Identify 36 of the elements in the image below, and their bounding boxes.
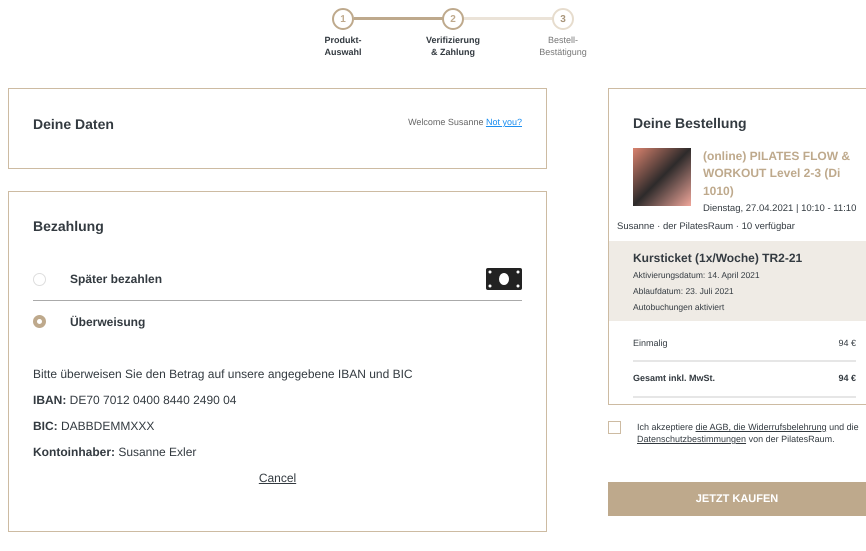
step-number: 2 bbox=[442, 8, 464, 30]
bank-detail: Kontoinhaber: Susanne Exler bbox=[33, 444, 198, 461]
total-label: Gesamt inkl. MwSt. bbox=[633, 372, 716, 386]
ticket-detail: Aktivierungsdatum: 14. April 2021 bbox=[633, 268, 761, 282]
step-label: Produkt- Auswahl bbox=[324, 34, 362, 58]
terms-link[interactable]: Datenschutzbestimmungen bbox=[637, 434, 746, 444]
total-amount: 94 € bbox=[838, 336, 856, 350]
instructions-text: Bitte überweisen Sie den Betrag auf unsere angegebene IBAN und BIC bbox=[33, 366, 414, 383]
panel-title: Deine Bestellung bbox=[632, 114, 748, 134]
terms-link[interactable]: die AGB, die Widerrufsbelehrung bbox=[696, 422, 827, 432]
panel-title: Deine Daten bbox=[33, 116, 114, 133]
option-label[interactable]: Überweisung bbox=[70, 312, 146, 331]
step-label: Bestell- Bestätigung bbox=[539, 34, 587, 58]
step-number: 1 bbox=[332, 8, 354, 30]
ticket-detail: Ablaufdatum: 23. Juli 2021 bbox=[633, 284, 735, 298]
total-label: Einmalig bbox=[633, 336, 668, 350]
course-date: Dienstag, 27.04.2021 | 10:10 - 11:10 bbox=[702, 202, 858, 216]
course-title: (online) PILATES FLOW & WORKOUT Level 2-3 (Di 1010) bbox=[703, 148, 852, 200]
ticket-detail: Autobuchungen aktiviert bbox=[633, 300, 726, 314]
ticket-name: Kursticket (1x/Woche) TR2-21 bbox=[633, 250, 804, 266]
total-amount: 94 € bbox=[838, 372, 856, 386]
option-label[interactable]: Später bezahlen bbox=[70, 270, 162, 288]
step-label: Verifizierung & Zahlung bbox=[426, 34, 480, 58]
cancel-link[interactable]: Cancel bbox=[258, 470, 296, 485]
radio-button[interactable] bbox=[33, 272, 46, 286]
panel-title: Bezahlung bbox=[33, 218, 105, 235]
banknote-icon bbox=[486, 268, 522, 290]
bank-detail: IBAN: DE70 7012 0400 8440 2490 04 bbox=[33, 392, 238, 409]
step-number: 3 bbox=[552, 8, 574, 30]
agreement-text: Ich akzeptiere die AGB, die Widerrufsbelehrung und die Datenschutzbestimmungen von der PilatesRaum. bbox=[637, 420, 860, 446]
welcome-text: Welcome Susanne bbox=[408, 117, 484, 128]
photo-placeholder bbox=[633, 148, 691, 206]
bank-detail: BIC: DABBDEMMXXX bbox=[33, 418, 156, 435]
radio-button[interactable] bbox=[33, 315, 46, 328]
agreement-checkbox[interactable] bbox=[608, 420, 621, 434]
course-info: Susanne · der PilatesRaum · 10 verfügbar bbox=[617, 220, 796, 234]
